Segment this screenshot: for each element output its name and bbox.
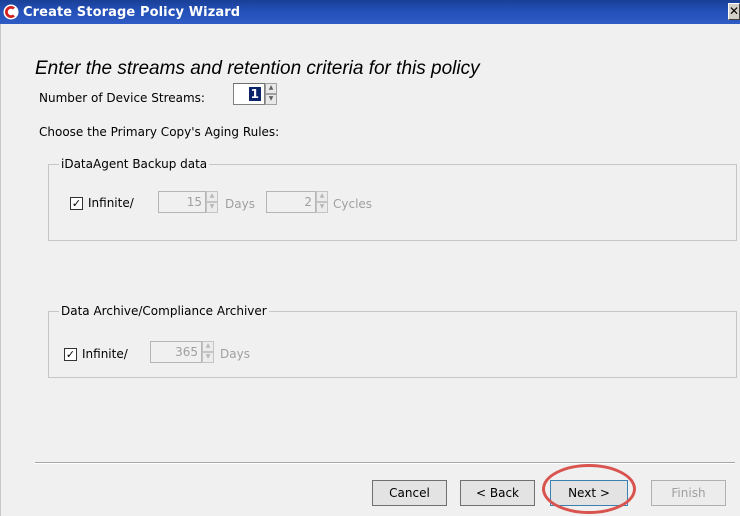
spin-up-icon: ▲ xyxy=(202,341,214,352)
commvault-logo-icon xyxy=(3,4,19,20)
backup-data-group: iDataAgent Backup data xyxy=(48,157,737,241)
spin-up-icon[interactable]: ▲ xyxy=(265,83,277,94)
device-streams-label: Number of Device Streams: xyxy=(39,91,205,105)
back-button[interactable]: < Back xyxy=(460,480,535,506)
backup-infinite-checkbox[interactable]: ✓ Infinite/ xyxy=(70,196,134,210)
spin-up-icon: ▲ xyxy=(206,191,218,202)
spin-down-icon: ▼ xyxy=(202,352,214,363)
backup-days-unit: Days xyxy=(225,197,255,211)
backup-cycles-input: 2 xyxy=(266,191,316,213)
backup-days-spinner: 15 ▲ ▼ xyxy=(158,191,218,213)
archive-days-spinner: 365 ▲ ▼ xyxy=(150,341,214,363)
backup-infinite-label: Infinite/ xyxy=(88,196,134,210)
device-streams-spinner[interactable]: 1 ▲ ▼ xyxy=(233,83,277,105)
backup-cycles-arrows: ▲ ▼ xyxy=(316,191,328,213)
next-button[interactable]: Next > xyxy=(550,480,628,506)
backup-days-input: 15 xyxy=(158,191,206,213)
archive-infinite-label: Infinite/ xyxy=(82,347,128,361)
archive-infinite-checkbox[interactable]: ✓ Infinite/ xyxy=(64,347,128,361)
spin-down-icon: ▼ xyxy=(316,202,328,213)
backup-cycles-unit: Cycles xyxy=(333,197,373,211)
page-heading: Enter the streams and retention criteria… xyxy=(35,58,480,79)
archive-days-input: 365 xyxy=(150,341,202,363)
close-icon[interactable]: ✕ xyxy=(728,3,740,20)
footer-divider xyxy=(35,462,735,464)
archive-days-arrows: ▲ ▼ xyxy=(202,341,214,363)
window-title: Create Storage Policy Wizard xyxy=(23,4,241,20)
device-streams-value: 1 xyxy=(248,87,261,101)
backup-days-arrows: ▲ ▼ xyxy=(206,191,218,213)
aging-rules-label: Choose the Primary Copy's Aging Rules: xyxy=(39,125,280,139)
archive-days-unit: Days xyxy=(220,347,250,361)
device-streams-input[interactable]: 1 xyxy=(233,83,265,105)
spin-down-icon[interactable]: ▼ xyxy=(265,94,277,105)
backup-cycles-spinner: 2 ▲ ▼ xyxy=(266,191,328,213)
checkmark-icon[interactable]: ✓ xyxy=(64,347,77,361)
checkmark-icon[interactable]: ✓ xyxy=(70,196,83,210)
title-bar: Create Storage Policy Wizard ✕ xyxy=(0,0,740,24)
archive-data-legend: Data Archive/Compliance Archiver xyxy=(61,304,267,318)
spin-down-icon: ▼ xyxy=(206,202,218,213)
wizard-page: Enter the streams and retention criteria… xyxy=(0,24,740,516)
cancel-button[interactable]: Cancel xyxy=(372,480,447,506)
device-streams-arrows[interactable]: ▲ ▼ xyxy=(265,83,277,105)
backup-data-legend: iDataAgent Backup data xyxy=(61,157,208,171)
spin-up-icon: ▲ xyxy=(316,191,328,202)
finish-button: Finish xyxy=(651,480,726,506)
